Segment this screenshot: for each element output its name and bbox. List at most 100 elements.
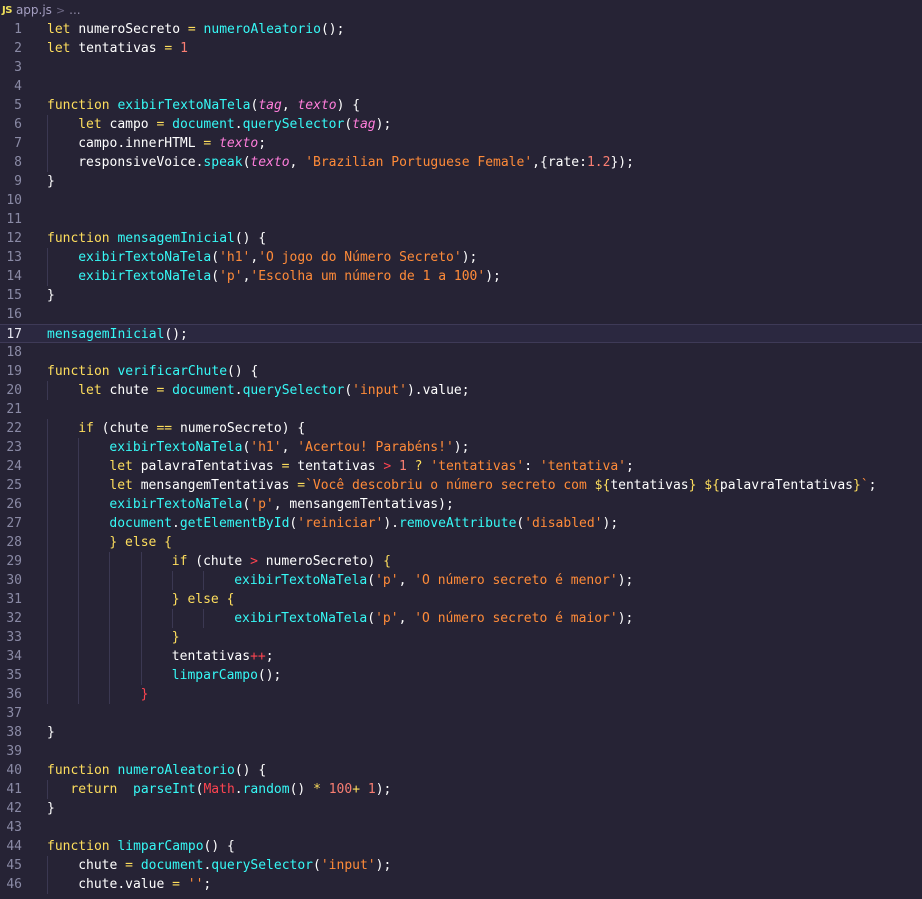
code-line[interactable]: 41 return parseInt(Math.random() * 100+ 1… — [0, 780, 922, 799]
code-line[interactable]: 3 — [0, 58, 922, 77]
indent-guide — [140, 552, 142, 571]
code-line[interactable]: 11 — [0, 210, 922, 229]
code-line[interactable]: 30 exibirTextoNaTela('p', 'O número secre… — [0, 571, 922, 590]
code-line[interactable]: 45 chute = document.querySelector('input'… — [0, 856, 922, 875]
indent-guide — [47, 666, 48, 685]
code-line[interactable]: 31} else { — [0, 590, 922, 609]
code-line[interactable]: 7 campo.innerHTML = texto; — [0, 134, 922, 153]
code-line[interactable]: 34 tentativas++; — [0, 647, 922, 666]
code-token: ; — [868, 478, 877, 493]
code-editor[interactable]: 1 let numeroSecreto = numeroAleatorio(); 2… — [0, 20, 922, 894]
code-line[interactable]: 14 exibirTextoNaTela('p','Escolha um núme… — [0, 267, 922, 286]
code-text: function exibirTextoNaTela(tag, texto) { — [47, 96, 360, 115]
code-token: 1 — [399, 459, 415, 474]
line-number: 19 — [6, 364, 22, 379]
code-token: tentativas — [171, 649, 251, 664]
code-line[interactable]: 6 let campo = document.querySelector(tag)… — [0, 115, 922, 134]
code-line[interactable]: 20 let chute = document.querySelector('in… — [0, 381, 922, 400]
code-line[interactable]: 29 if (chute > numeroSecreto) { — [0, 552, 922, 571]
code-token: } — [171, 630, 180, 645]
line-number: 15 — [6, 288, 22, 303]
code-token: 'input' — [352, 383, 407, 398]
indent-guide — [47, 571, 48, 590]
code-line[interactable]: 12 function mensagemInicial() { — [0, 229, 922, 248]
code-token: palavraTentativas — [719, 478, 853, 493]
code-text: return parseInt(Math.random() * 100+ 1); — [70, 780, 391, 799]
code-text: limparCampo(); — [172, 666, 282, 685]
indent-guide — [47, 590, 48, 609]
code-text: let palavraTentativas = tentativas > 1 ?… — [109, 457, 633, 476]
code-line[interactable]: 37 — [0, 704, 922, 723]
code-token: } — [47, 174, 55, 189]
code-text: let chute = document.querySelector('inpu… — [78, 381, 469, 400]
code-text: } — [47, 799, 55, 818]
code-line[interactable]: 22 if (chute == numeroSecreto) { — [0, 419, 922, 438]
code-token: function — [47, 763, 118, 778]
code-line[interactable]: 18 — [0, 343, 922, 362]
code-line[interactable]: 16 — [0, 305, 922, 324]
code-token: verificarChute — [117, 364, 228, 379]
code-line[interactable]: 1 let numeroSecreto = numeroAleatorio(); — [0, 20, 922, 39]
indent-guide — [78, 609, 80, 628]
code-line[interactable]: 26 exibirTextoNaTela('p', mensangemTentat… — [0, 495, 922, 514]
code-token: 'O jogo do Número Secreto' — [258, 250, 462, 265]
code-line[interactable]: 13 exibirTextoNaTela('h1','O jogo do Núme… — [0, 248, 922, 267]
code-line[interactable]: 46 chute.value = ''; — [0, 875, 922, 894]
code-line[interactable]: 9} — [0, 172, 922, 191]
code-token: 100 — [328, 782, 353, 797]
line-number: 22 — [6, 421, 22, 436]
code-token: ); — [375, 117, 392, 132]
code-text: document.getElementById('reiniciar').rem… — [109, 514, 618, 533]
code-line[interactable]: 23 exibirTextoNaTela('h1', 'Acertou! Para… — [0, 438, 922, 457]
code-line[interactable]: 38} — [0, 723, 922, 742]
line-number: 35 — [6, 668, 22, 683]
code-line[interactable]: 44 function limparCampo() { — [0, 837, 922, 856]
code-line[interactable]: 43 — [0, 818, 922, 837]
code-line[interactable]: 5 function exibirTextoNaTela(tag, texto) … — [0, 96, 922, 115]
code-line[interactable]: 28} else { — [0, 533, 922, 552]
code-line[interactable]: 8 responsiveVoice.speak(texto, 'Brazilian… — [0, 153, 922, 172]
code-token: . — [234, 383, 243, 398]
line-number: 1 — [14, 22, 22, 37]
breadcrumb-more[interactable]: ... — [69, 3, 80, 17]
code-line[interactable]: 35 limparCampo(); — [0, 666, 922, 685]
code-line[interactable]: 39 — [0, 742, 922, 761]
indent-guide — [171, 609, 173, 628]
code-token: , — [281, 98, 298, 113]
code-line[interactable]: 25 let mensangemTentativas =`Você descobr… — [0, 476, 922, 495]
code-line[interactable]: 27 document.getElementById('reiniciar').r… — [0, 514, 922, 533]
indent-guide — [171, 571, 173, 590]
indent-guide — [140, 590, 142, 609]
indent-guide — [78, 628, 80, 647]
code-line[interactable]: 36} — [0, 685, 922, 704]
code-line[interactable]: 21 — [0, 400, 922, 419]
code-text: let mensangemTentativas =`Você descobriu… — [109, 476, 876, 495]
code-token: = — [156, 383, 173, 398]
code-token: tag — [352, 117, 376, 132]
code-line[interactable]: 2 let tentativas = 1 — [0, 39, 922, 58]
indent-guide — [78, 457, 80, 476]
code-line[interactable]: 17 mensagemInicial(); — [0, 324, 922, 343]
breadcrumb-file[interactable]: app.js — [16, 3, 52, 17]
code-token: } — [47, 725, 55, 740]
indent-guide — [109, 609, 111, 628]
code-token: 'Escolha um número de 1 a 100' — [250, 269, 486, 284]
code-token: , — [289, 155, 306, 170]
code-line[interactable]: 15} — [0, 286, 922, 305]
code-text: exibirTextoNaTela('h1', 'Acertou! Parabé… — [109, 438, 469, 457]
code-token: numeroSecreto) — [265, 554, 384, 569]
code-token: 'p' — [219, 269, 243, 284]
code-token: , mensangemTentativas); — [273, 497, 454, 512]
code-line[interactable]: 19 function verificarChute() { — [0, 362, 922, 381]
code-line[interactable]: 33} — [0, 628, 922, 647]
code-line[interactable]: 32 exibirTextoNaTela('p', 'O número secre… — [0, 609, 922, 628]
code-line[interactable]: 4 — [0, 77, 922, 96]
code-line[interactable]: 24 let palavraTentativas = tentativas > 1… — [0, 457, 922, 476]
code-token: } else { — [109, 535, 173, 550]
code-token: tentativas — [297, 459, 384, 474]
code-token: () { — [234, 763, 267, 778]
code-token: let — [47, 22, 79, 37]
code-line[interactable]: 42} — [0, 799, 922, 818]
code-line[interactable]: 10 — [0, 191, 922, 210]
code-line[interactable]: 40 function numeroAleatorio() { — [0, 761, 922, 780]
